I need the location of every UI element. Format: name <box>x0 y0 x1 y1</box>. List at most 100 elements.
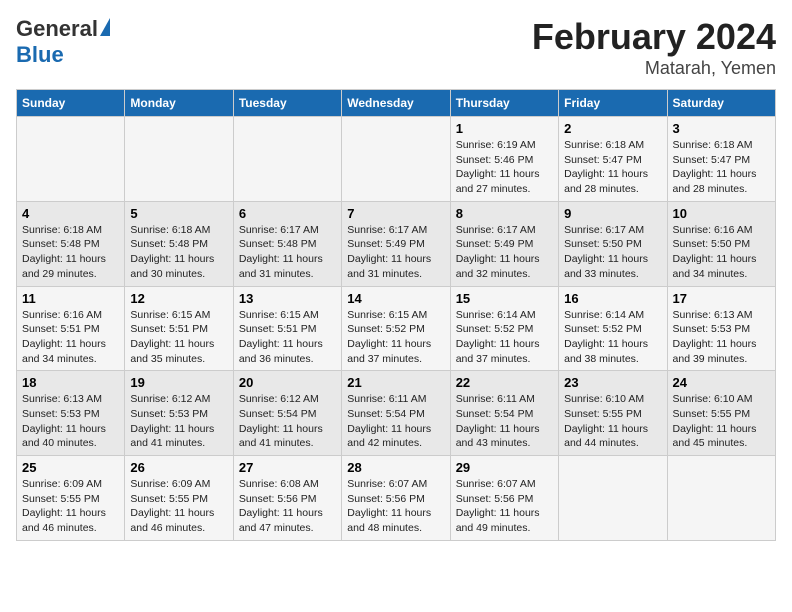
calendar-cell: 17 Sunrise: 6:13 AMSunset: 5:53 PMDayligh… <box>667 286 775 371</box>
day-number: 8 <box>456 206 553 221</box>
day-content: Sunrise: 6:09 AMSunset: 5:55 PMDaylight:… <box>130 477 227 536</box>
header-day-saturday: Saturday <box>667 90 775 117</box>
header-day-thursday: Thursday <box>450 90 558 117</box>
day-content: Sunrise: 6:15 AMSunset: 5:51 PMDaylight:… <box>130 308 227 367</box>
calendar-cell: 25 Sunrise: 6:09 AMSunset: 5:55 PMDayligh… <box>17 456 125 541</box>
page-header: General Blue February 2024 Matarah, Yeme… <box>16 16 776 79</box>
calendar-cell <box>559 456 667 541</box>
title-section: February 2024 Matarah, Yemen <box>532 16 776 79</box>
day-number: 4 <box>22 206 119 221</box>
day-content: Sunrise: 6:08 AMSunset: 5:56 PMDaylight:… <box>239 477 336 536</box>
day-number: 23 <box>564 375 661 390</box>
day-number: 22 <box>456 375 553 390</box>
day-content: Sunrise: 6:15 AMSunset: 5:51 PMDaylight:… <box>239 308 336 367</box>
calendar-cell: 3 Sunrise: 6:18 AMSunset: 5:47 PMDaylight… <box>667 117 775 202</box>
calendar-cell: 2Sunrise: 6:18 AMSunset: 5:47 PMDaylight… <box>559 117 667 202</box>
day-number: 17 <box>673 291 770 306</box>
day-content: Sunrise: 6:16 AMSunset: 5:50 PMDaylight:… <box>673 223 770 282</box>
day-content: Sunrise: 6:07 AMSunset: 5:56 PMDaylight:… <box>456 477 553 536</box>
calendar-week-row: 4 Sunrise: 6:18 AMSunset: 5:48 PMDaylight… <box>17 201 776 286</box>
calendar-cell: 14 Sunrise: 6:15 AMSunset: 5:52 PMDayligh… <box>342 286 450 371</box>
calendar-cell: 18Sunrise: 6:13 AMSunset: 5:53 PMDayligh… <box>17 371 125 456</box>
day-number: 24 <box>673 375 770 390</box>
calendar-week-row: 1 Sunrise: 6:19 AMSunset: 5:46 PMDaylight… <box>17 117 776 202</box>
calendar-cell <box>667 456 775 541</box>
day-number: 26 <box>130 460 227 475</box>
logo-blue-text: Blue <box>16 42 64 68</box>
day-number: 12 <box>130 291 227 306</box>
day-content: Sunrise: 6:09 AMSunset: 5:55 PMDaylight:… <box>22 477 119 536</box>
calendar-cell: 22 Sunrise: 6:11 AMSunset: 5:54 PMDayligh… <box>450 371 558 456</box>
calendar-cell: 8 Sunrise: 6:17 AMSunset: 5:49 PMDaylight… <box>450 201 558 286</box>
header-day-tuesday: Tuesday <box>233 90 341 117</box>
calendar-cell: 1 Sunrise: 6:19 AMSunset: 5:46 PMDaylight… <box>450 117 558 202</box>
logo-triangle-icon <box>100 18 110 36</box>
day-content: Sunrise: 6:12 AMSunset: 5:54 PMDaylight:… <box>239 392 336 451</box>
day-content: Sunrise: 6:18 AMSunset: 5:48 PMDaylight:… <box>22 223 119 282</box>
calendar-cell: 23 Sunrise: 6:10 AMSunset: 5:55 PMDayligh… <box>559 371 667 456</box>
day-content: Sunrise: 6:18 AMSunset: 5:48 PMDaylight:… <box>130 223 227 282</box>
day-content: Sunrise: 6:07 AMSunset: 5:56 PMDaylight:… <box>347 477 444 536</box>
day-number: 20 <box>239 375 336 390</box>
day-number: 29 <box>456 460 553 475</box>
day-number: 14 <box>347 291 444 306</box>
calendar-cell: 26 Sunrise: 6:09 AMSunset: 5:55 PMDayligh… <box>125 456 233 541</box>
day-content: Sunrise: 6:17 AMSunset: 5:49 PMDaylight:… <box>347 223 444 282</box>
header-day-friday: Friday <box>559 90 667 117</box>
calendar-cell: 10Sunrise: 6:16 AMSunset: 5:50 PMDayligh… <box>667 201 775 286</box>
calendar-cell: 16 Sunrise: 6:14 AMSunset: 5:52 PMDayligh… <box>559 286 667 371</box>
day-content: Sunrise: 6:11 AMSunset: 5:54 PMDaylight:… <box>347 392 444 451</box>
calendar-cell <box>342 117 450 202</box>
calendar-week-row: 11 Sunrise: 6:16 AMSunset: 5:51 PMDayligh… <box>17 286 776 371</box>
calendar-cell: 21 Sunrise: 6:11 AMSunset: 5:54 PMDayligh… <box>342 371 450 456</box>
day-content: Sunrise: 6:16 AMSunset: 5:51 PMDaylight:… <box>22 308 119 367</box>
calendar-cell: 29 Sunrise: 6:07 AMSunset: 5:56 PMDayligh… <box>450 456 558 541</box>
day-content: Sunrise: 6:13 AMSunset: 5:53 PMDaylight:… <box>22 392 119 451</box>
day-content: Sunrise: 6:14 AMSunset: 5:52 PMDaylight:… <box>564 308 661 367</box>
location: Matarah, Yemen <box>532 58 776 79</box>
day-content: Sunrise: 6:18 AMSunset: 5:47 PMDaylight:… <box>673 138 770 197</box>
day-content: Sunrise: 6:11 AMSunset: 5:54 PMDaylight:… <box>456 392 553 451</box>
calendar-cell: 12 Sunrise: 6:15 AMSunset: 5:51 PMDayligh… <box>125 286 233 371</box>
month-title: February 2024 <box>532 16 776 58</box>
day-content: Sunrise: 6:10 AMSunset: 5:55 PMDaylight:… <box>673 392 770 451</box>
day-content: Sunrise: 6:15 AMSunset: 5:52 PMDaylight:… <box>347 308 444 367</box>
day-number: 25 <box>22 460 119 475</box>
calendar-cell: 7 Sunrise: 6:17 AMSunset: 5:49 PMDaylight… <box>342 201 450 286</box>
day-number: 11 <box>22 291 119 306</box>
day-number: 5 <box>130 206 227 221</box>
calendar-cell: 19Sunrise: 6:12 AMSunset: 5:53 PMDayligh… <box>125 371 233 456</box>
day-number: 28 <box>347 460 444 475</box>
day-content: Sunrise: 6:17 AMSunset: 5:49 PMDaylight:… <box>456 223 553 282</box>
day-content: Sunrise: 6:14 AMSunset: 5:52 PMDaylight:… <box>456 308 553 367</box>
day-number: 15 <box>456 291 553 306</box>
day-number: 6 <box>239 206 336 221</box>
day-content: Sunrise: 6:13 AMSunset: 5:53 PMDaylight:… <box>673 308 770 367</box>
day-number: 7 <box>347 206 444 221</box>
calendar-cell: 6 Sunrise: 6:17 AMSunset: 5:48 PMDaylight… <box>233 201 341 286</box>
calendar-table: SundayMondayTuesdayWednesdayThursdayFrid… <box>16 89 776 541</box>
calendar-cell: 9 Sunrise: 6:17 AMSunset: 5:50 PMDaylight… <box>559 201 667 286</box>
day-content: Sunrise: 6:17 AMSunset: 5:50 PMDaylight:… <box>564 223 661 282</box>
day-number: 13 <box>239 291 336 306</box>
day-number: 21 <box>347 375 444 390</box>
day-content: Sunrise: 6:17 AMSunset: 5:48 PMDaylight:… <box>239 223 336 282</box>
logo: General Blue <box>16 16 110 68</box>
header-day-monday: Monday <box>125 90 233 117</box>
day-number: 3 <box>673 121 770 136</box>
day-number: 16 <box>564 291 661 306</box>
day-number: 27 <box>239 460 336 475</box>
calendar-cell: 27 Sunrise: 6:08 AMSunset: 5:56 PMDayligh… <box>233 456 341 541</box>
calendar-cell: 4 Sunrise: 6:18 AMSunset: 5:48 PMDaylight… <box>17 201 125 286</box>
header-day-wednesday: Wednesday <box>342 90 450 117</box>
day-number: 19 <box>130 375 227 390</box>
calendar-cell: 20 Sunrise: 6:12 AMSunset: 5:54 PMDayligh… <box>233 371 341 456</box>
calendar-week-row: 25 Sunrise: 6:09 AMSunset: 5:55 PMDayligh… <box>17 456 776 541</box>
day-number: 9 <box>564 206 661 221</box>
calendar-week-row: 18Sunrise: 6:13 AMSunset: 5:53 PMDayligh… <box>17 371 776 456</box>
day-number: 1 <box>456 121 553 136</box>
day-content: Sunrise: 6:10 AMSunset: 5:55 PMDaylight:… <box>564 392 661 451</box>
day-content: Sunrise: 6:19 AMSunset: 5:46 PMDaylight:… <box>456 138 553 197</box>
calendar-cell: 5 Sunrise: 6:18 AMSunset: 5:48 PMDaylight… <box>125 201 233 286</box>
calendar-cell <box>17 117 125 202</box>
